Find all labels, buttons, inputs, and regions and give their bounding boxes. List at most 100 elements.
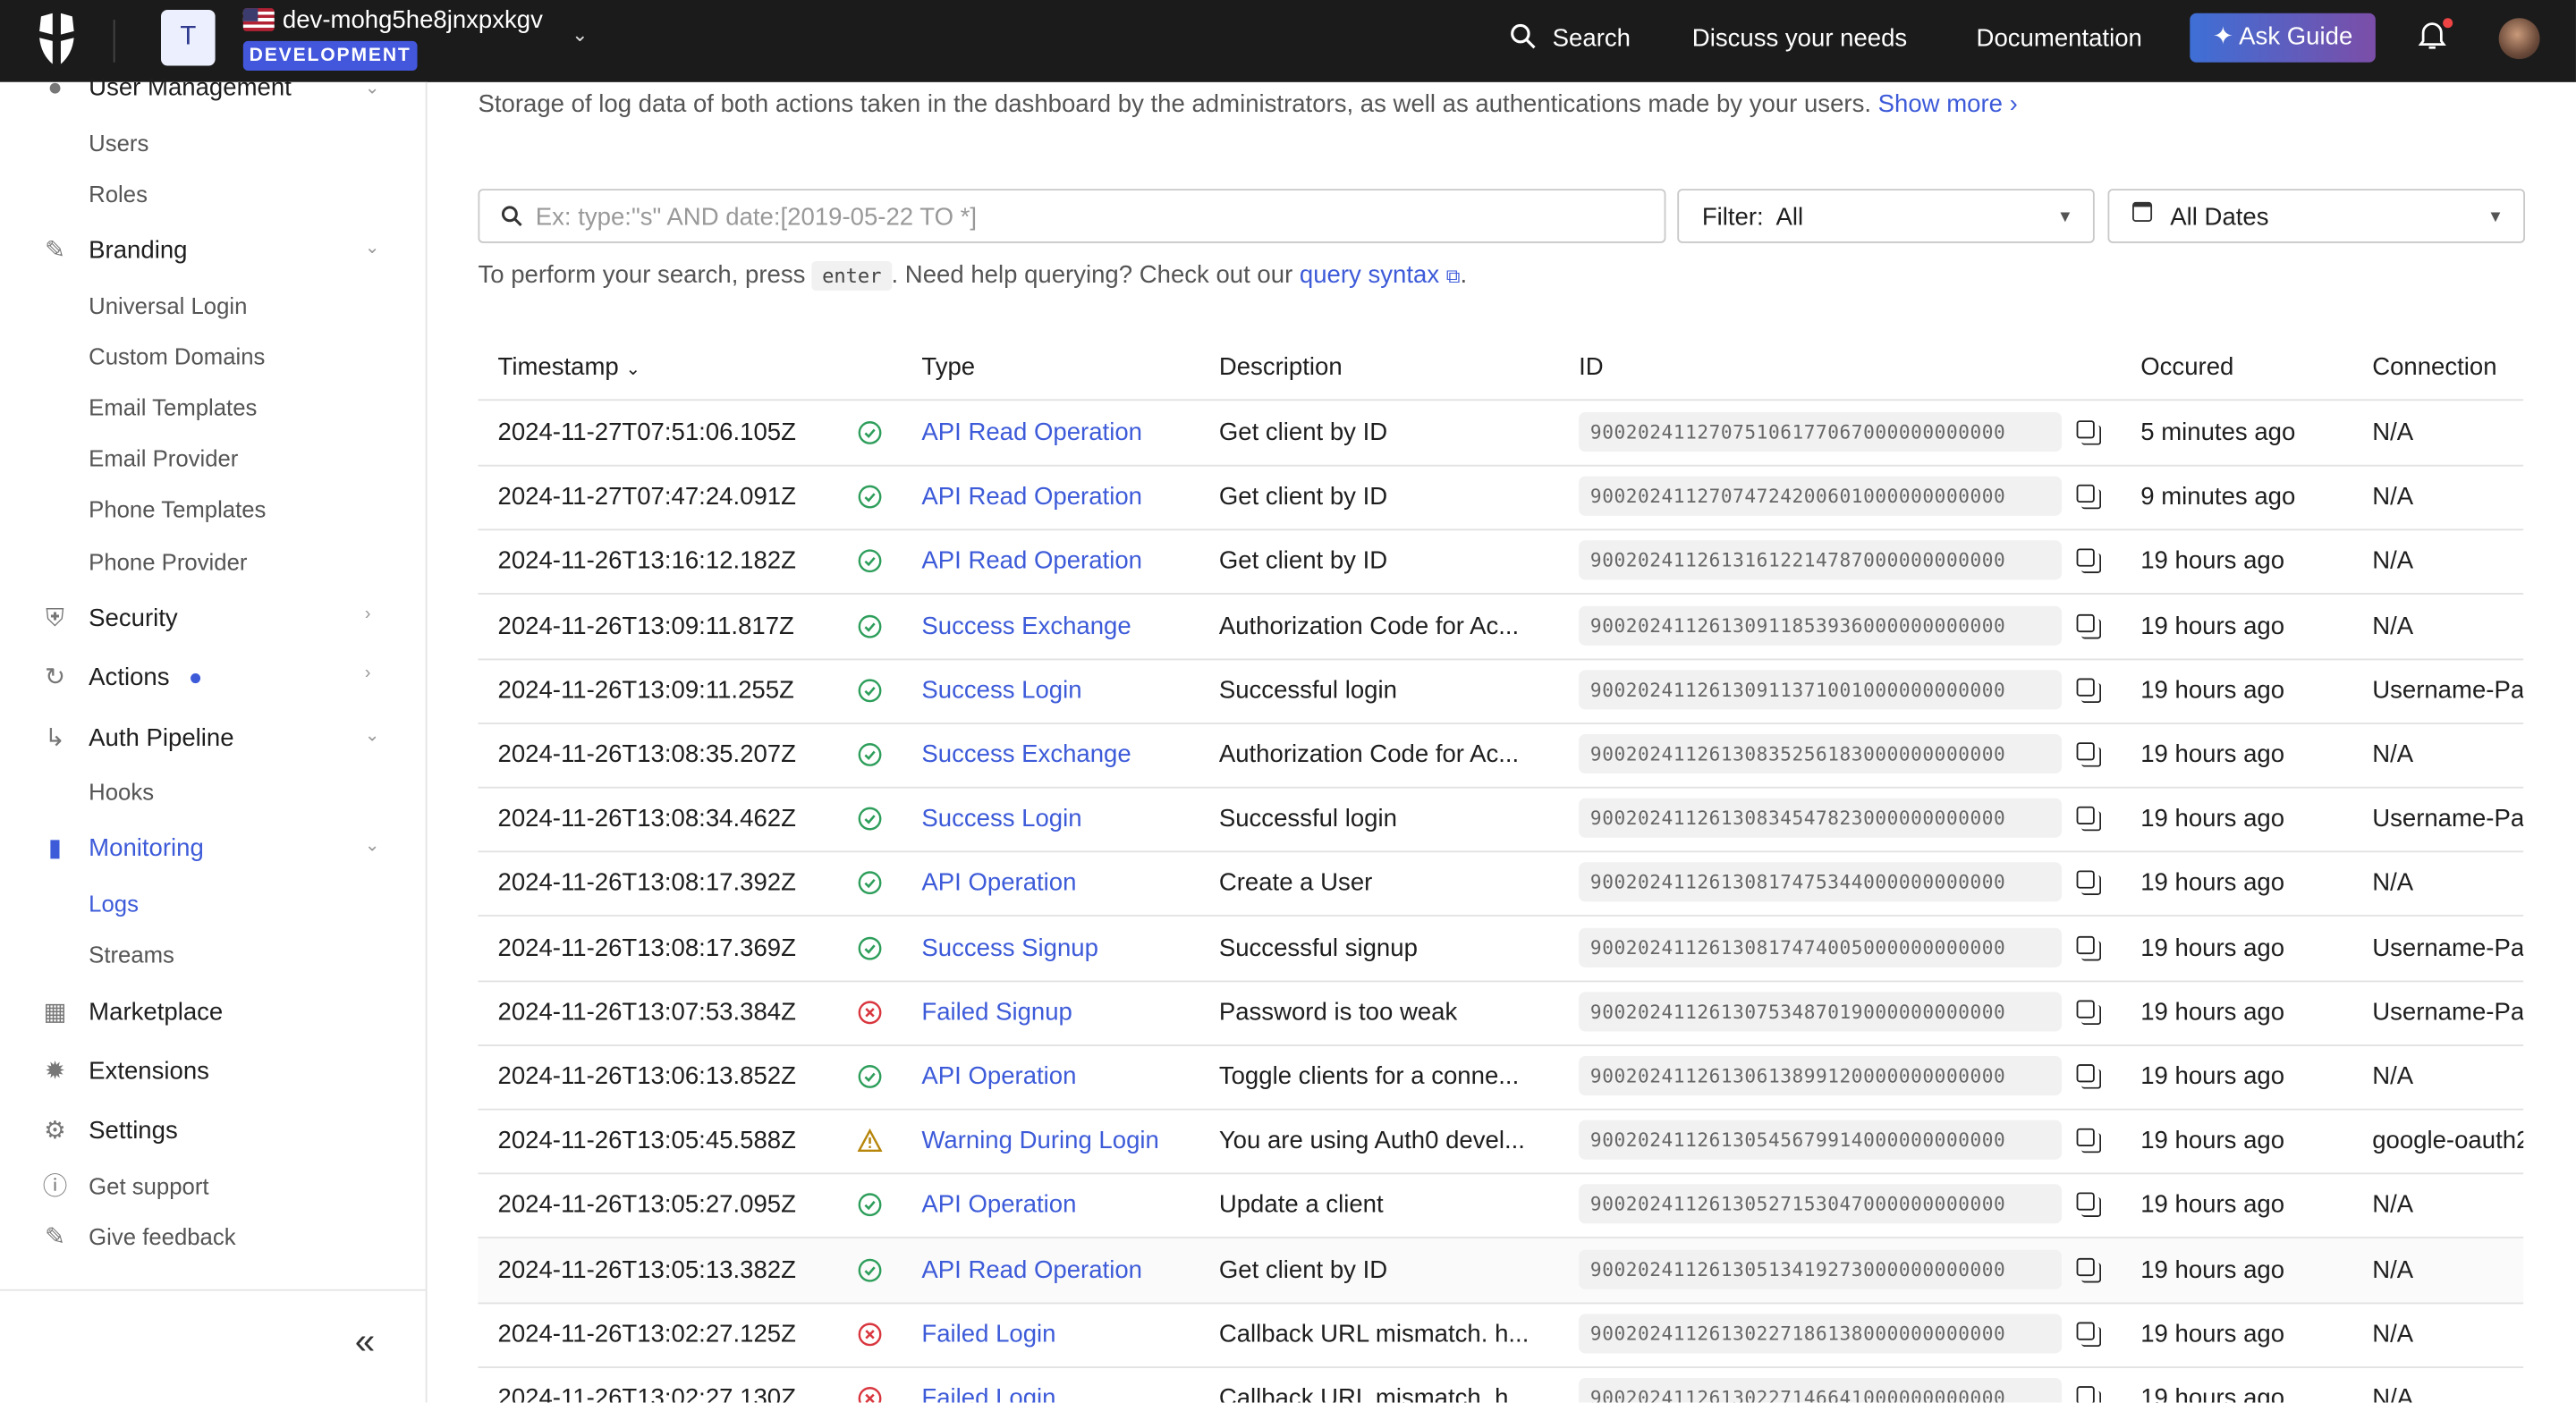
table-row[interactable]: 2024-11-26T13:07:53.384Z Failed Signup P… [478,980,2523,1044]
check-circle-icon [858,871,883,896]
copy-icon[interactable] [2076,1000,2102,1025]
tenant-chevron-down-icon[interactable]: ⌄ [572,23,588,46]
sidebar-item-security[interactable]: Security [89,604,178,632]
table-row[interactable]: 2024-11-26T13:09:11.817Z Success Exchang… [478,594,2523,658]
search-icon[interactable] [1510,23,1536,58]
sidebar-item-extensions[interactable]: Extensions [89,1058,209,1086]
sidebar-item-universal-login[interactable]: Universal Login [89,292,247,318]
event-type-link[interactable]: Failed Login [921,1302,1055,1366]
query-syntax-link[interactable]: query syntax [1300,261,1439,289]
copy-icon[interactable] [2076,1257,2102,1282]
event-type-link[interactable]: Success Login [921,658,1081,723]
event-type-link[interactable]: Success Exchange [921,594,1131,658]
copy-icon[interactable] [2076,935,2102,960]
sidebar-item-get-support[interactable]: Get support [89,1172,208,1198]
date-range-select[interactable]: All Dates ▼ [2107,189,2526,243]
gear-icon: ⚙ [44,1116,66,1145]
copy-icon[interactable] [2076,1193,2102,1218]
event-type-link[interactable]: API Operation [921,1173,1076,1238]
user-avatar[interactable] [2498,18,2540,60]
table-row[interactable]: 2024-11-26T13:16:12.182Z API Read Operat… [478,529,2523,594]
table-row[interactable]: 2024-11-26T13:06:13.852Z API Operation T… [478,1044,2523,1109]
copy-icon[interactable] [2076,678,2102,703]
copy-icon[interactable] [2076,1128,2102,1154]
sidebar-item-hooks[interactable]: Hooks [89,779,154,805]
copy-icon[interactable] [2076,1386,2102,1403]
sidebar-item-branding[interactable]: Branding [89,236,187,264]
event-type-link[interactable]: Failed Signup [921,980,1072,1044]
table-row[interactable]: 2024-11-26T13:09:11.255Z Success Login S… [478,658,2523,723]
table-row[interactable]: 2024-11-27T07:51:06.105Z API Read Operat… [478,401,2523,465]
discuss-needs-link[interactable]: Discuss your needs [1692,25,1907,53]
event-type-link[interactable]: API Operation [921,1044,1076,1109]
search-input[interactable]: Ex: type:"s" AND date:[2019-05-22 TO *] [478,189,1666,243]
table-row[interactable]: 2024-11-26T13:05:13.382Z API Read Operat… [478,1238,2524,1302]
filter-select[interactable]: Filter: All ▼ [1677,189,2095,243]
copy-icon[interactable] [2076,549,2102,574]
documentation-link[interactable]: Documentation [1977,25,2142,53]
collapse-sidebar-button[interactable]: « [355,1321,375,1364]
table-row[interactable]: 2024-11-26T13:05:27.095Z API Operation U… [478,1173,2523,1238]
table-row[interactable]: 2024-11-26T13:08:17.392Z API Operation C… [478,851,2523,916]
sidebar-item-user-management[interactable]: User Management [89,74,292,102]
event-type-link[interactable]: API Read Operation [921,401,1142,465]
copy-icon[interactable] [2076,613,2102,638]
sidebar-item-give-feedback[interactable]: Give feedback [89,1223,235,1249]
event-type-link[interactable]: API Read Operation [921,1238,1142,1302]
sidebar-item-custom-domains[interactable]: Custom Domains [89,343,265,369]
copy-icon[interactable] [2076,742,2102,767]
enter-key: enter [812,261,892,292]
event-description: Callback URL mismatch. h... [1218,1384,1530,1403]
sidebar-item-phone-templates[interactable]: Phone Templates [89,496,266,522]
sidebar-item-monitoring[interactable]: Monitoring [89,834,204,862]
tenant-avatar[interactable]: T [160,10,216,66]
table-row[interactable]: 2024-11-26T13:08:17.369Z Success Signup … [478,916,2523,980]
sidebar-item-auth-pipeline[interactable]: Auth Pipeline [89,724,233,752]
auth0-logo-icon[interactable] [36,13,77,64]
table-row[interactable]: 2024-11-26T13:05:45.588Z Warning During … [478,1109,2523,1173]
sidebar-item-settings[interactable]: Settings [89,1117,178,1145]
chevron-down-icon: ⌄ [364,725,380,746]
table-row[interactable]: 2024-11-26T13:08:35.207Z Success Exchang… [478,723,2523,787]
event-type-link[interactable]: Success Exchange [921,723,1131,787]
sidebar-item-streams[interactable]: Streams [89,941,174,967]
copy-icon[interactable] [2076,485,2102,510]
bell-icon[interactable] [2418,20,2446,59]
event-id: 90020241126130911853936000000000000 [1579,604,2063,646]
copy-icon[interactable] [2076,1322,2102,1347]
table-row[interactable]: 2024-11-27T07:47:24.091Z API Read Operat… [478,465,2523,529]
event-id: 90020241126130527153047000000000000 [1579,1184,2063,1225]
divider [113,20,115,63]
event-type-link[interactable]: API Read Operation [921,465,1142,529]
sidebar-item-marketplace[interactable]: Marketplace [89,999,223,1027]
column-header-description: Description [1218,352,1343,382]
copy-icon[interactable] [2076,871,2102,896]
sidebar-item-phone-provider[interactable]: Phone Provider [89,548,247,574]
copy-icon[interactable] [2076,807,2102,832]
sidebar-item-users[interactable]: Users [89,130,148,156]
table-row[interactable]: 2024-11-26T13:02:27.130Z Failed Login Ca… [478,1366,2523,1403]
sidebar-item-actions[interactable]: Actions [89,663,169,691]
event-type-link[interactable]: API Read Operation [921,529,1142,594]
ask-guide-button[interactable]: ✦ Ask Guide [2190,13,2376,63]
chevron-down-icon: ⌄ [364,79,380,99]
event-type-link[interactable]: Success Login [921,787,1081,851]
sidebar-item-logs[interactable]: Logs [89,890,139,916]
event-id: 90020241126130227186138000000000000 [1579,1313,2063,1354]
copy-icon[interactable] [2076,420,2102,445]
copy-icon[interactable] [2076,1064,2102,1089]
search-button[interactable]: Search [1553,25,1631,53]
tenant-name[interactable]: dev-mohg5he8jnxpxkgv [283,6,557,34]
timestamp: 2024-11-26T13:08:34.462Z [497,805,796,833]
column-header-timestamp[interactable]: Timestamp ⌄ [498,353,641,381]
event-type-link[interactable]: Success Signup [921,916,1098,980]
table-row[interactable]: 2024-11-26T13:08:34.462Z Success Login S… [478,787,2523,851]
sidebar-item-email-templates[interactable]: Email Templates [89,394,257,420]
event-type-link[interactable]: Warning During Login [921,1109,1158,1173]
sidebar-item-roles[interactable]: Roles [89,181,148,207]
event-type-link[interactable]: Failed Login [921,1366,1055,1402]
show-more-link[interactable]: Show more › [1878,90,2018,118]
table-row[interactable]: 2024-11-26T13:02:27.125Z Failed Login Ca… [478,1302,2523,1366]
event-type-link[interactable]: API Operation [921,851,1076,916]
sidebar-item-email-provider[interactable]: Email Provider [89,445,238,471]
